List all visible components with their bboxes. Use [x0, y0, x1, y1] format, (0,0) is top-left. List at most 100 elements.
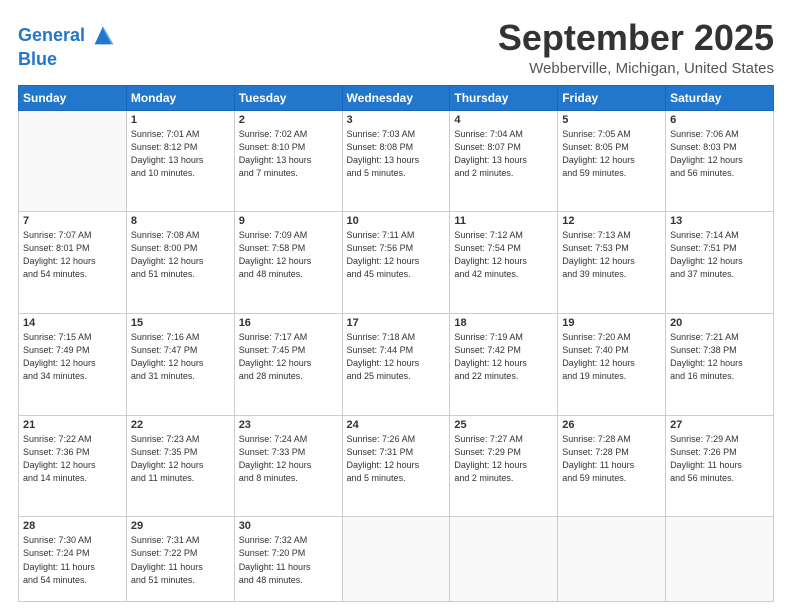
day-number: 17: [347, 317, 446, 329]
day-number: 20: [670, 317, 769, 329]
table-row: 7 Sunrise: 7:07 AM Sunset: 8:01 PM Daylig…: [19, 212, 127, 314]
month-title: September 2025: [498, 18, 774, 58]
day-info: Sunrise: 7:28 AM Sunset: 7:28 PM Dayligh…: [562, 433, 661, 485]
day-info: Sunrise: 7:26 AM Sunset: 7:31 PM Dayligh…: [347, 433, 446, 485]
table-row: 25 Sunrise: 7:27 AM Sunset: 7:29 PM Dayli…: [450, 415, 558, 517]
day-info: Sunrise: 7:17 AM Sunset: 7:45 PM Dayligh…: [239, 331, 338, 383]
table-row: 24Sunrise: 7:26 AM Sunset: 7:31 PM Dayli…: [342, 415, 450, 517]
table-row: [558, 517, 666, 602]
table-row: 9 Sunrise: 7:09 AM Sunset: 7:58 PM Daylig…: [234, 212, 342, 314]
day-number: 5: [562, 114, 661, 126]
table-row: 27 Sunrise: 7:29 AM Sunset: 7:26 PM Dayli…: [666, 415, 774, 517]
day-info: Sunrise: 7:13 AM Sunset: 7:53 PM Dayligh…: [562, 229, 661, 281]
table-row: 20 Sunrise: 7:21 AM Sunset: 7:38 PM Dayli…: [666, 314, 774, 416]
day-number: 22: [131, 419, 230, 431]
day-info: Sunrise: 7:24 AM Sunset: 7:33 PM Dayligh…: [239, 433, 338, 485]
day-info: Sunrise: 7:15 AM Sunset: 7:49 PM Dayligh…: [23, 331, 122, 383]
col-saturday: Saturday: [666, 85, 774, 110]
day-number: 15: [131, 317, 230, 329]
day-info: Sunrise: 7:11 AM Sunset: 7:56 PM Dayligh…: [347, 229, 446, 281]
table-row: 18Sunrise: 7:19 AM Sunset: 7:42 PM Dayli…: [450, 314, 558, 416]
logo: General Blue: [18, 22, 117, 70]
table-row: 19 Sunrise: 7:20 AM Sunset: 7:40 PM Dayli…: [558, 314, 666, 416]
location-title: Webberville, Michigan, United States: [498, 60, 774, 77]
table-row: 16 Sunrise: 7:17 AM Sunset: 7:45 PM Dayli…: [234, 314, 342, 416]
day-number: 2: [239, 114, 338, 126]
day-number: 29: [131, 520, 230, 532]
day-info: Sunrise: 7:09 AM Sunset: 7:58 PM Dayligh…: [239, 229, 338, 281]
day-info: Sunrise: 7:22 AM Sunset: 7:36 PM Dayligh…: [23, 433, 122, 485]
day-number: 21: [23, 419, 122, 431]
table-row: 15 Sunrise: 7:16 AM Sunset: 7:47 PM Dayli…: [126, 314, 234, 416]
day-number: 3: [347, 114, 446, 126]
day-info: Sunrise: 7:32 AM Sunset: 7:20 PM Dayligh…: [239, 534, 338, 586]
table-row: 22 Sunrise: 7:23 AM Sunset: 7:35 PM Dayli…: [126, 415, 234, 517]
day-info: Sunrise: 7:03 AM Sunset: 8:08 PM Dayligh…: [347, 128, 446, 180]
day-number: 4: [454, 114, 553, 126]
day-number: 27: [670, 419, 769, 431]
table-row: 8Sunrise: 7:08 AM Sunset: 8:00 PM Daylig…: [126, 212, 234, 314]
table-row: 1 Sunrise: 7:01 AM Sunset: 8:12 PM Daylig…: [126, 110, 234, 212]
day-number: 10: [347, 215, 446, 227]
table-row: [19, 110, 127, 212]
day-number: 14: [23, 317, 122, 329]
day-number: 7: [23, 215, 122, 227]
table-row: 23Sunrise: 7:24 AM Sunset: 7:33 PM Dayli…: [234, 415, 342, 517]
table-row: 11 Sunrise: 7:12 AM Sunset: 7:54 PM Dayli…: [450, 212, 558, 314]
header: General Blue September 2025 Webberville,…: [18, 18, 774, 77]
col-monday: Monday: [126, 85, 234, 110]
day-info: Sunrise: 7:30 AM Sunset: 7:24 PM Dayligh…: [23, 534, 122, 586]
table-row: [342, 517, 450, 602]
day-info: Sunrise: 7:01 AM Sunset: 8:12 PM Dayligh…: [131, 128, 230, 180]
table-row: 3 Sunrise: 7:03 AM Sunset: 8:08 PM Daylig…: [342, 110, 450, 212]
table-row: 12 Sunrise: 7:13 AM Sunset: 7:53 PM Dayli…: [558, 212, 666, 314]
header-row: Sunday Monday Tuesday Wednesday Thursday…: [19, 85, 774, 110]
day-number: 6: [670, 114, 769, 126]
day-number: 9: [239, 215, 338, 227]
day-number: 13: [670, 215, 769, 227]
col-thursday: Thursday: [450, 85, 558, 110]
day-info: Sunrise: 7:06 AM Sunset: 8:03 PM Dayligh…: [670, 128, 769, 180]
day-number: 30: [239, 520, 338, 532]
day-info: Sunrise: 7:20 AM Sunset: 7:40 PM Dayligh…: [562, 331, 661, 383]
col-friday: Friday: [558, 85, 666, 110]
day-info: Sunrise: 7:21 AM Sunset: 7:38 PM Dayligh…: [670, 331, 769, 383]
day-info: Sunrise: 7:14 AM Sunset: 7:51 PM Dayligh…: [670, 229, 769, 281]
day-info: Sunrise: 7:12 AM Sunset: 7:54 PM Dayligh…: [454, 229, 553, 281]
table-row: 4 Sunrise: 7:04 AM Sunset: 8:07 PM Daylig…: [450, 110, 558, 212]
day-number: 1: [131, 114, 230, 126]
day-info: Sunrise: 7:07 AM Sunset: 8:01 PM Dayligh…: [23, 229, 122, 281]
table-row: 2Sunrise: 7:02 AM Sunset: 8:10 PM Daylig…: [234, 110, 342, 212]
day-number: 16: [239, 317, 338, 329]
table-row: 13 Sunrise: 7:14 AM Sunset: 7:51 PM Dayli…: [666, 212, 774, 314]
logo-text2: Blue: [18, 50, 57, 70]
day-number: 26: [562, 419, 661, 431]
calendar-table: Sunday Monday Tuesday Wednesday Thursday…: [18, 85, 774, 602]
logo-icon: [89, 22, 117, 50]
day-number: 28: [23, 520, 122, 532]
day-info: Sunrise: 7:27 AM Sunset: 7:29 PM Dayligh…: [454, 433, 553, 485]
table-row: 30 Sunrise: 7:32 AM Sunset: 7:20 PM Dayli…: [234, 517, 342, 602]
day-info: Sunrise: 7:05 AM Sunset: 8:05 PM Dayligh…: [562, 128, 661, 180]
day-number: 12: [562, 215, 661, 227]
col-wednesday: Wednesday: [342, 85, 450, 110]
day-info: Sunrise: 7:23 AM Sunset: 7:35 PM Dayligh…: [131, 433, 230, 485]
table-row: 28 Sunrise: 7:30 AM Sunset: 7:24 PM Dayli…: [19, 517, 127, 602]
title-block: September 2025 Webberville, Michigan, Un…: [498, 18, 774, 77]
table-row: 21 Sunrise: 7:22 AM Sunset: 7:36 PM Dayli…: [19, 415, 127, 517]
day-number: 19: [562, 317, 661, 329]
day-number: 11: [454, 215, 553, 227]
day-info: Sunrise: 7:29 AM Sunset: 7:26 PM Dayligh…: [670, 433, 769, 485]
day-info: Sunrise: 7:31 AM Sunset: 7:22 PM Dayligh…: [131, 534, 230, 586]
day-number: 8: [131, 215, 230, 227]
day-info: Sunrise: 7:04 AM Sunset: 8:07 PM Dayligh…: [454, 128, 553, 180]
logo-text: General: [18, 26, 85, 46]
day-info: Sunrise: 7:16 AM Sunset: 7:47 PM Dayligh…: [131, 331, 230, 383]
day-number: 25: [454, 419, 553, 431]
table-row: 26 Sunrise: 7:28 AM Sunset: 7:28 PM Dayli…: [558, 415, 666, 517]
table-row: 14 Sunrise: 7:15 AM Sunset: 7:49 PM Dayli…: [19, 314, 127, 416]
table-row: [666, 517, 774, 602]
table-row: 5 Sunrise: 7:05 AM Sunset: 8:05 PM Daylig…: [558, 110, 666, 212]
day-info: Sunrise: 7:18 AM Sunset: 7:44 PM Dayligh…: [347, 331, 446, 383]
table-row: 29 Sunrise: 7:31 AM Sunset: 7:22 PM Dayli…: [126, 517, 234, 602]
